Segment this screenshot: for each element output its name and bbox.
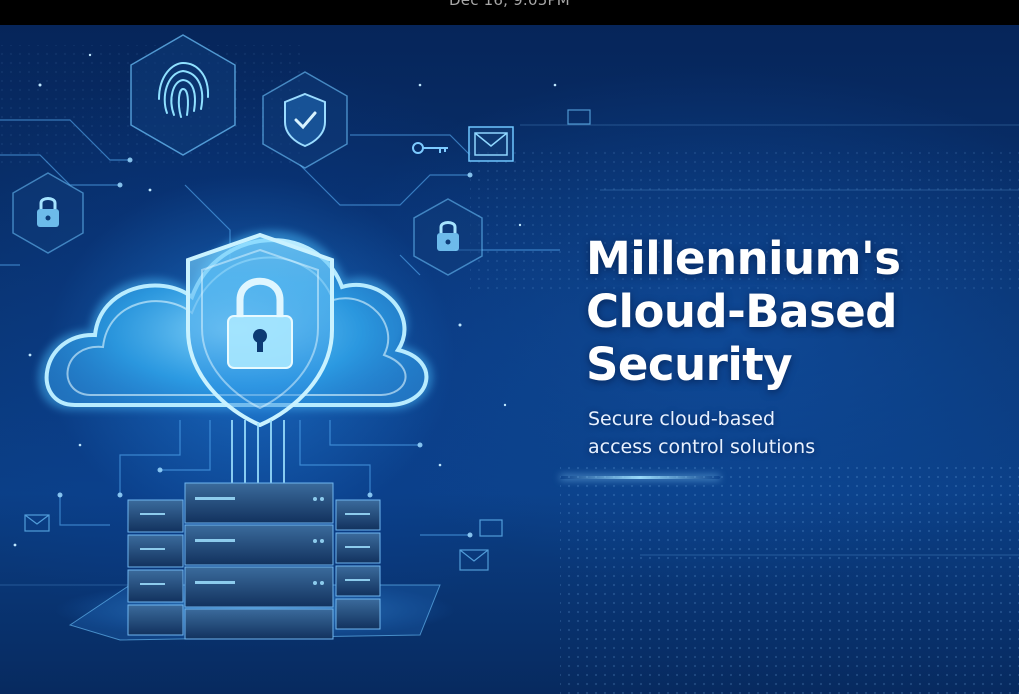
envelope-icon xyxy=(468,126,514,162)
key-icon xyxy=(412,142,448,154)
title-line-3: Security xyxy=(586,338,793,391)
title-line-1: Millennium's xyxy=(586,232,901,285)
accent-glow-line xyxy=(560,476,720,479)
subtitle: Secure cloud-based access control soluti… xyxy=(588,405,988,461)
subtitle-line-2: access control solutions xyxy=(588,436,816,458)
subtitle-line-1: Secure cloud-based xyxy=(588,408,776,430)
top-status-bar: Dec 16, 9:05PM xyxy=(0,0,1019,25)
title-line-2: Cloud-Based xyxy=(586,285,897,338)
server-stack-icon xyxy=(55,482,455,641)
page-title: Millennium's Cloud-Based Security xyxy=(586,232,1006,391)
hero-banner-image: Millennium's Cloud-Based Security Secure… xyxy=(0,25,1019,694)
clock-text: Dec 16, 9:05PM xyxy=(449,0,570,9)
